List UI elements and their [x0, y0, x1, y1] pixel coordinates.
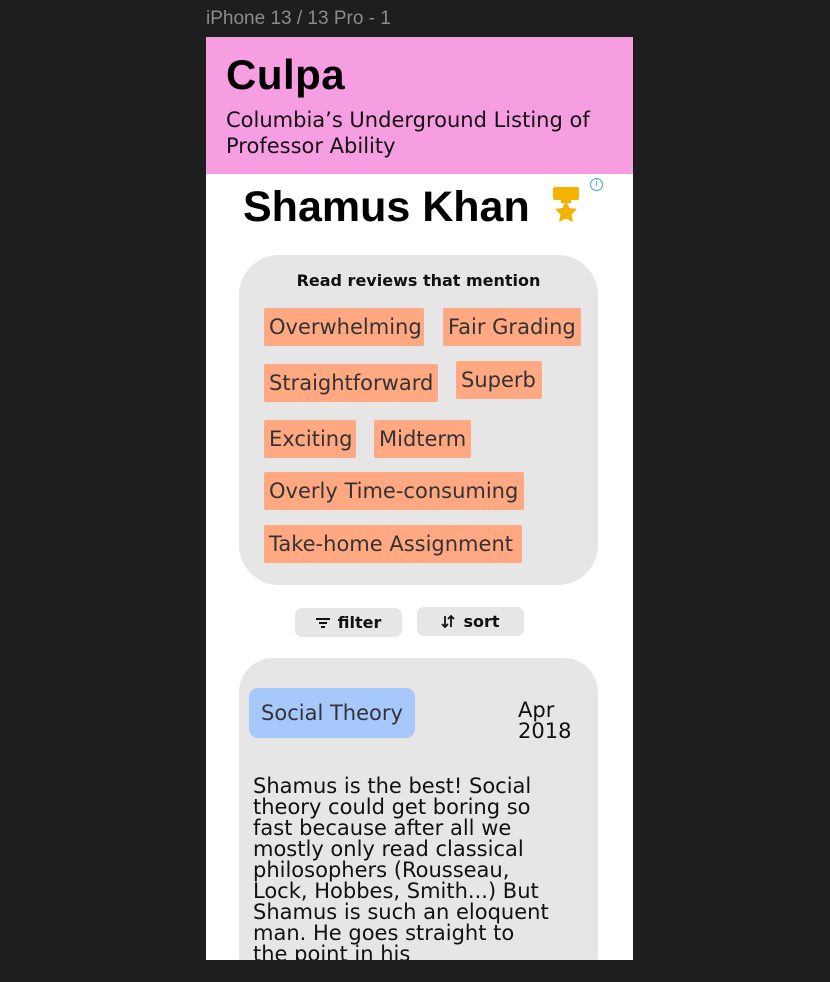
tags-title: Read reviews that mention: [296, 271, 541, 290]
filter-label: filter: [337, 613, 382, 632]
review-body: Shamus is the best! Social theory could …: [253, 774, 549, 961]
tag-overwhelming[interactable]: Overwhelming: [264, 308, 424, 346]
tag-superb[interactable]: Superb: [456, 361, 542, 399]
phone-frame: Culpa Columbia’s Underground Listing of …: [206, 37, 633, 960]
review-card: Social Theory Apr 2018 Shamus is the bes…: [239, 658, 598, 960]
filter-icon: [315, 617, 330, 628]
info-icon[interactable]: i: [590, 178, 603, 191]
app-title[interactable]: Culpa: [226, 51, 345, 99]
tag-straightforward[interactable]: Straightforward: [264, 364, 438, 402]
review-date: Apr 2018: [518, 698, 572, 743]
tag-exciting[interactable]: Exciting: [264, 420, 356, 458]
sort-label: sort: [463, 612, 500, 631]
app-subtitle: Columbia’s Underground Listing of Profes…: [226, 108, 590, 158]
professor-name: Shamus Khan: [243, 183, 530, 231]
tag-overly-time-consuming[interactable]: Overly Time-consuming: [264, 472, 524, 510]
sort-arrows-icon: [441, 615, 456, 628]
tag-take-home-assignment[interactable]: Take-home Assignment: [264, 525, 522, 563]
filter-button[interactable]: filter: [295, 608, 402, 637]
course-chip[interactable]: Social Theory: [249, 688, 415, 738]
frame-label: iPhone 13 / 13 Pro - 1: [206, 8, 391, 29]
gold-medal-icon: [553, 187, 579, 222]
sort-button[interactable]: sort: [417, 607, 524, 636]
tags-panel: Read reviews that mention Overwhelming F…: [239, 255, 598, 585]
tag-fair-grading[interactable]: Fair Grading: [443, 308, 581, 346]
tag-midterm[interactable]: Midterm: [374, 420, 471, 458]
app-header: Culpa Columbia’s Underground Listing of …: [206, 37, 633, 174]
